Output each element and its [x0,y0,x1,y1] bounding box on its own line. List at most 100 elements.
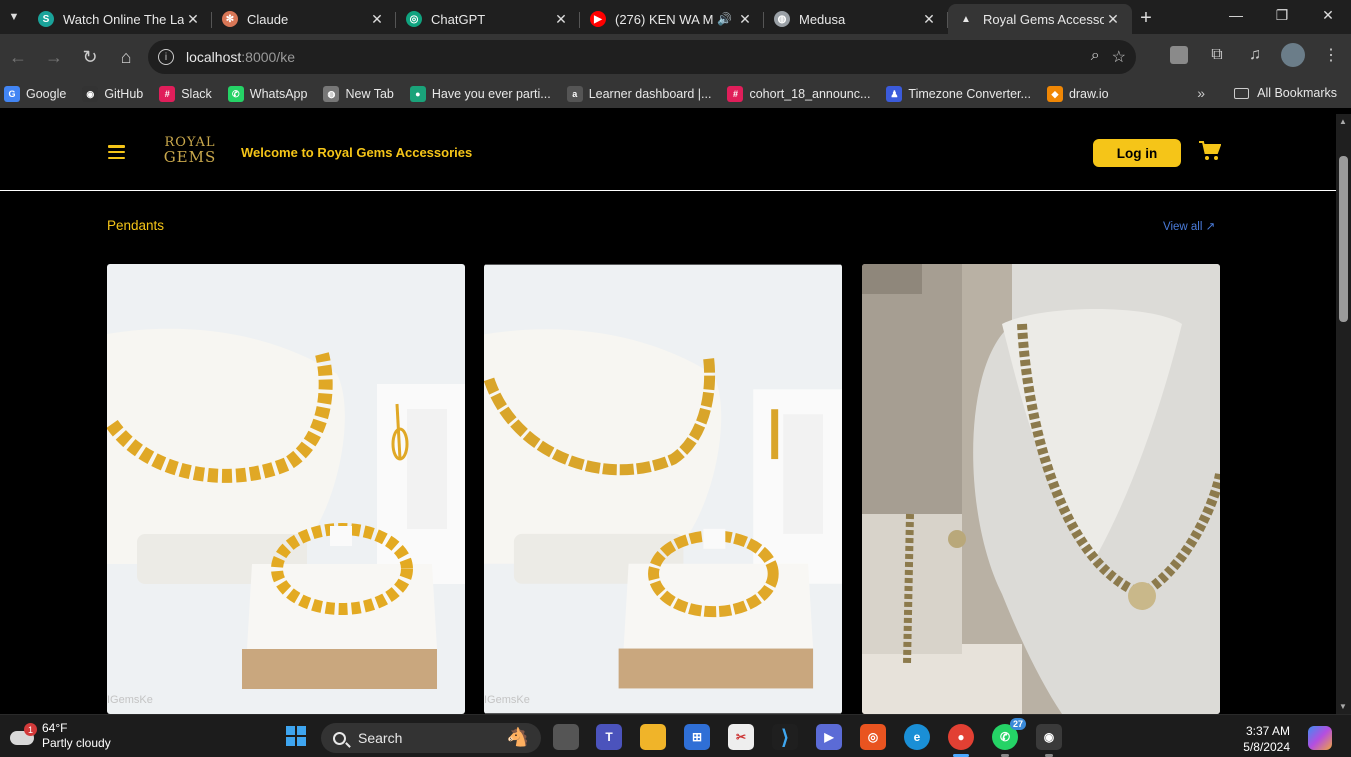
bookmark-item[interactable]: ◉ GitHub [82,86,143,102]
tab-close-icon[interactable]: ✕ [736,11,754,28]
windows-start-icon[interactable] [286,726,306,746]
restore-icon[interactable]: ❐ [1259,0,1305,30]
bookmark-favicon-icon: ◍ [323,86,340,102]
new-tab-button[interactable]: + [1132,4,1160,32]
product-card[interactable]: IGemsKe [484,264,842,714]
bookmark-item[interactable]: ✆ WhatsApp [227,86,308,102]
home-icon[interactable]: ⌂ [108,39,144,75]
extensions-puzzle-icon[interactable]: ⧉ [1205,43,1229,67]
temperature-text: 64°F [42,721,68,735]
tab-close-icon[interactable]: ✕ [552,11,570,28]
royal-gems-logo[interactable]: ROYAL GEMS [160,136,220,165]
browser-toolbar: ← → ↻ ⌂ i localhost:8000/ke ⌕ ☆ ⧉ ♫ ⋮ [0,34,1351,80]
clock-time: 3:37 AM [1245,724,1290,738]
ubuntu-icon[interactable]: ◎ [860,724,886,750]
bookmark-favicon-icon: ♟ [886,86,903,102]
bookmark-item[interactable]: a Learner dashboard |... [566,86,712,102]
vscode-icon[interactable]: ⟩ [772,724,798,750]
bookmark-item[interactable]: ♟ Timezone Converter... [886,86,1031,102]
product-image-cuban-chain-on-bust [862,264,1220,714]
bookmark-favicon-icon: G [4,86,20,102]
bookmark-star-icon[interactable]: ☆ [1112,47,1126,67]
bookmark-item[interactable]: ◆ draw.io [1046,86,1109,102]
browser-tab[interactable]: ▲ Royal Gems Accesso ✕ [948,4,1132,34]
bookmark-item[interactable]: ● Have you ever parti... [409,86,551,102]
tab-title: ChatGPT [431,11,486,27]
weather-widget[interactable]: 1 64°F Partly cloudy [10,721,111,751]
tab-close-icon[interactable]: ✕ [1104,11,1122,28]
bookmark-item[interactable]: # cohort_18_announc... [727,86,870,102]
product-card[interactable] [862,264,1220,714]
browser-tab[interactable]: ✻ Claude ✕ [212,4,396,34]
tab-title: Medusa [799,11,846,27]
bookmark-label: WhatsApp [249,87,308,101]
tab-audio-icon[interactable]: 🔊 [717,12,732,26]
close-window-icon[interactable]: ✕ [1305,0,1351,30]
menu-kebab-icon[interactable]: ⋮ [1319,43,1343,67]
bookmark-favicon-icon: ◉ [82,86,99,102]
extension-icon[interactable] [1167,43,1191,67]
tab-favicon-icon: ▲ [961,13,971,25]
edge-icon[interactable]: e [904,724,930,750]
whatsapp-badge: 27 [1009,718,1026,730]
task-view-icon[interactable] [553,724,579,750]
system-clock[interactable]: 3:37 AM 5/8/2024 [1240,723,1290,755]
bookmark-favicon-icon: ◆ [1046,86,1063,102]
chrome-icon[interactable]: ● [948,724,974,757]
page-scrollbar[interactable]: ▲ ▼ [1336,114,1351,714]
taskbar-search[interactable]: Search 🐴 [321,723,541,753]
file-explorer-icon[interactable] [640,724,666,750]
tab-title: Royal Gems Accesso [983,11,1104,27]
tab-search-dropdown[interactable]: ▼ [0,3,28,31]
product-card[interactable]: IGemsKe [107,264,465,714]
browser-tab[interactable]: ▶ (276) KEN WA M 🔊 ✕ [580,4,764,34]
tab-title: Claude [247,11,289,27]
microsoft-store-icon[interactable]: ⊞ [684,724,710,750]
forward-icon[interactable]: → [36,39,72,75]
bookmark-label: draw.io [1068,87,1109,101]
power-automate-icon[interactable]: ▶ [816,724,842,750]
all-bookmarks-button[interactable]: All Bookmarks [1234,86,1337,100]
bookmark-item[interactable]: ◍ New Tab [323,86,394,102]
bookmark-item[interactable]: # Slack [159,86,212,102]
camera-icon[interactable]: ◉ [1036,724,1062,757]
minimize-icon[interactable]: — [1213,0,1259,30]
teams-icon[interactable]: T [596,724,622,750]
back-icon[interactable]: ← [0,39,36,75]
media-control-icon[interactable]: ♫ [1243,43,1267,67]
scrollbar-thumb[interactable] [1339,156,1348,322]
site-info-icon[interactable]: i [158,49,174,65]
tab-close-icon[interactable]: ✕ [368,11,386,28]
login-button[interactable]: Log in [1093,139,1181,167]
all-bookmarks-label: All Bookmarks [1257,86,1337,100]
hamburger-menu-icon[interactable] [108,145,125,159]
scroll-down-icon[interactable]: ▼ [1339,702,1347,711]
copilot-icon[interactable] [1308,726,1332,750]
tab-close-icon[interactable]: ✕ [184,11,202,28]
more-bookmarks-icon[interactable]: » [1197,85,1205,101]
browser-tab[interactable]: S Watch Online The Las ✕ [28,4,212,34]
bookmark-label: New Tab [345,87,394,101]
url-text[interactable]: localhost:8000/ke [186,49,295,65]
welcome-text: Welcome to Royal Gems Accessories [241,145,473,160]
bookmark-item[interactable]: G Google [4,86,66,102]
url-path: :8000/ke [241,49,295,65]
folder-icon [1234,87,1250,99]
snipping-tool-icon[interactable]: ✂ [728,724,754,750]
bookmark-label: Have you ever parti... [431,87,551,101]
scroll-up-icon[interactable]: ▲ [1339,117,1347,126]
view-all-link[interactable]: View all ↗ [1163,219,1215,233]
browser-tab[interactable]: ◍ Medusa ✕ [764,4,948,34]
zoom-icon[interactable]: ⌕ [1091,47,1100,67]
browser-tab[interactable]: ◎ ChatGPT ✕ [396,4,580,34]
bookmark-favicon-icon: ✆ [227,86,244,102]
whatsapp-icon[interactable]: ✆ 27 [992,718,1026,757]
cart-icon[interactable] [1199,141,1221,161]
address-bar[interactable]: i localhost:8000/ke ⌕ ☆ [148,40,1136,74]
reload-icon[interactable]: ↻ [72,39,108,75]
tab-title: (276) KEN WA M [615,11,714,27]
page-viewport: ROYAL GEMS Welcome to Royal Gems Accesso… [0,114,1336,714]
profile-avatar[interactable] [1281,43,1305,67]
tab-close-icon[interactable]: ✕ [920,11,938,28]
bookmark-label: Learner dashboard |... [588,87,712,101]
